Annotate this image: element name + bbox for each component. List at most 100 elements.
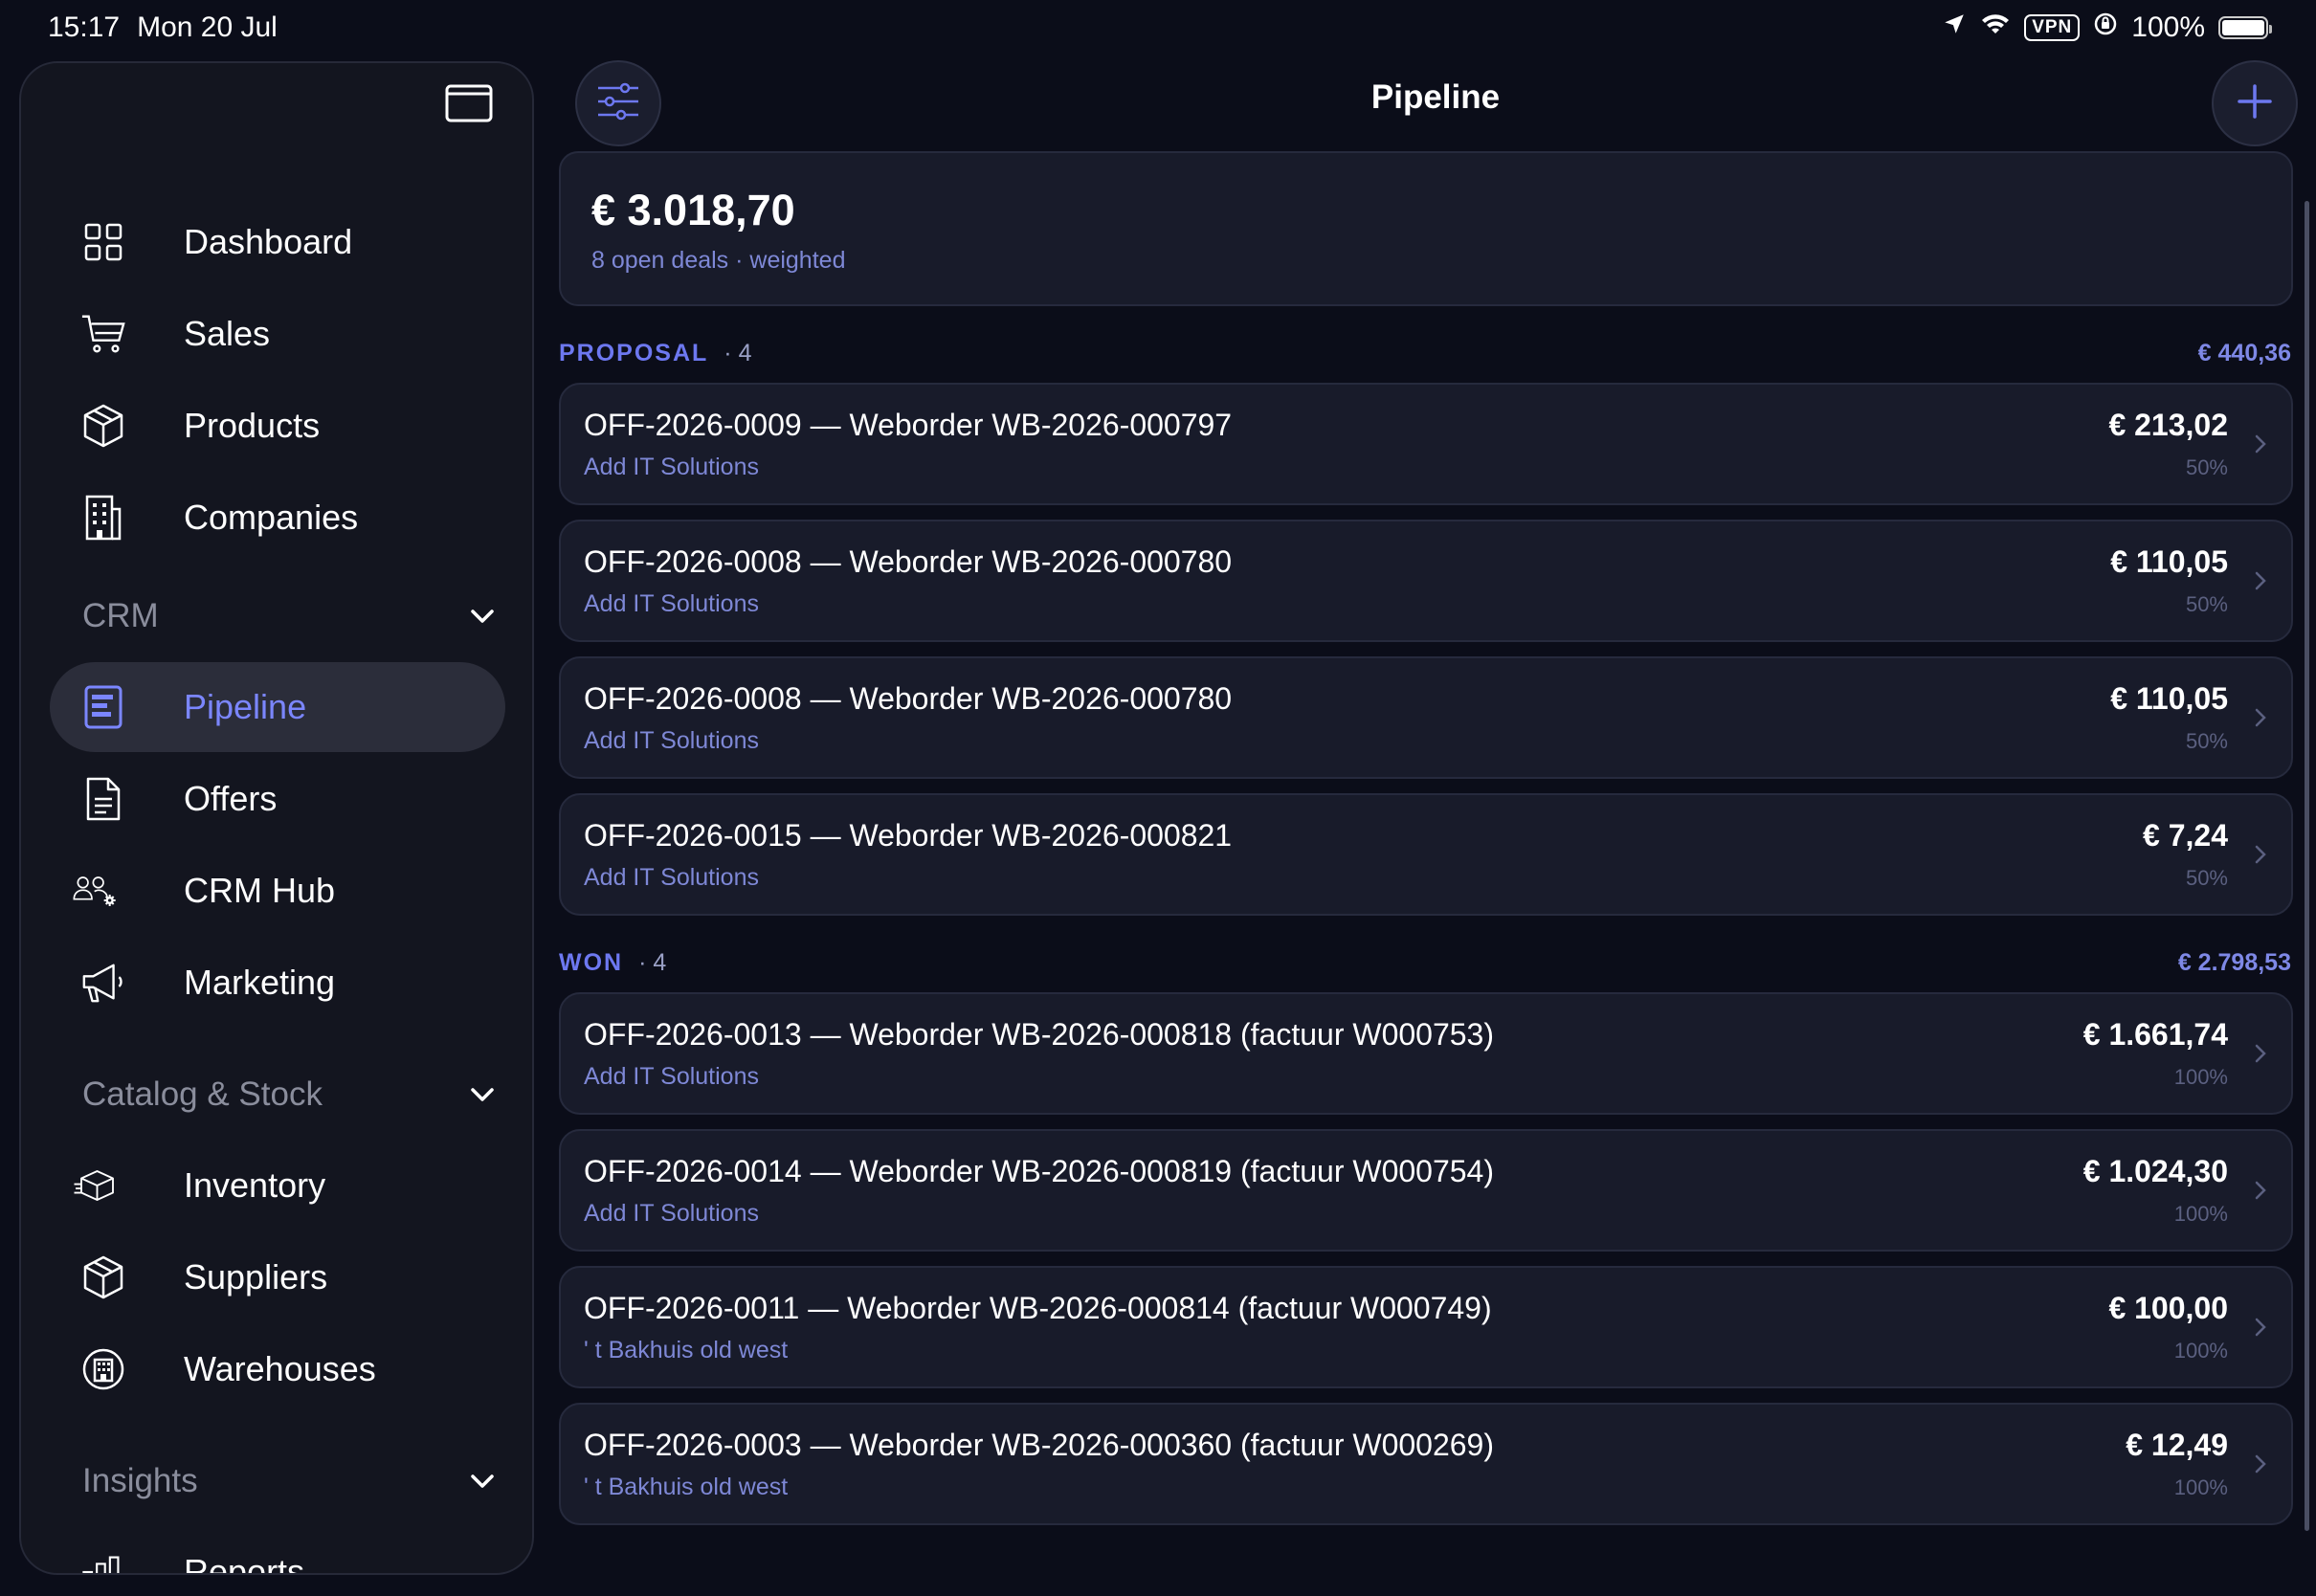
deal-title: OFF-2026-0008 — Weborder WB-2026-000780 bbox=[584, 681, 1233, 716]
group-count: · 4 bbox=[724, 340, 752, 366]
sidebar-item-products[interactable]: Products bbox=[50, 381, 505, 471]
sidebar-item-sales[interactable]: Sales bbox=[50, 289, 505, 379]
deal-company: Add IT Solutions bbox=[584, 454, 759, 480]
sidebar-item-companies[interactable]: Companies bbox=[50, 473, 505, 563]
section-header-crm[interactable]: CRM bbox=[82, 587, 503, 645]
deal-probability: 100% bbox=[2173, 1475, 2228, 1499]
sidebar-item-label: Dashboard bbox=[184, 222, 353, 261]
deal-row[interactable]: OFF-2026-0013 — Weborder WB-2026-000818 … bbox=[559, 992, 2293, 1115]
chevron-down-icon bbox=[461, 1460, 503, 1502]
sidebar-item-label: Pipeline bbox=[184, 687, 307, 726]
sidebar-item-label: Marketing bbox=[184, 963, 336, 1002]
sidebar-item-offers[interactable]: Offers bbox=[50, 754, 505, 844]
deal-company: ' t Bakhuis old west bbox=[584, 1337, 789, 1363]
grid-icon bbox=[80, 219, 126, 265]
chevron-right-icon bbox=[2247, 1314, 2274, 1341]
sidebar: Dashboard Sales Products Companies CRM P… bbox=[19, 61, 534, 1575]
sidebar-item-marketing[interactable]: Marketing bbox=[50, 938, 505, 1028]
section-label: Insights bbox=[82, 1462, 198, 1499]
summary-amount: € 3.018,70 bbox=[591, 186, 795, 234]
deal-company: Add IT Solutions bbox=[584, 864, 759, 891]
document-icon bbox=[80, 776, 126, 822]
chevron-right-icon bbox=[2247, 1040, 2274, 1067]
deal-row[interactable]: OFF-2026-0015 — Weborder WB-2026-000821 … bbox=[559, 793, 2293, 916]
sidebar-item-label: Sales bbox=[184, 314, 271, 353]
deal-probability: 50% bbox=[2185, 866, 2228, 890]
sidebar-item-label: Reports bbox=[184, 1552, 305, 1575]
summary-subtitle: 8 open deals · weighted bbox=[591, 247, 846, 274]
deal-amount: € 100,00 bbox=[2108, 1291, 2228, 1325]
deal-row[interactable]: OFF-2026-0003 — Weborder WB-2026-000360 … bbox=[559, 1403, 2293, 1525]
deal-title: OFF-2026-0011 — Weborder WB-2026-000814 … bbox=[584, 1291, 1492, 1325]
deal-amount: € 7,24 bbox=[2143, 818, 2228, 853]
sidebar-item-suppliers[interactable]: Suppliers bbox=[50, 1232, 505, 1322]
sidebar-item-label: Products bbox=[184, 406, 321, 445]
deal-title: OFF-2026-0014 — Weborder WB-2026-000819 … bbox=[584, 1154, 1494, 1188]
sliders-icon bbox=[596, 82, 640, 125]
sidebar-item-crm-hub[interactable]: CRM Hub bbox=[50, 846, 505, 936]
location-icon bbox=[1942, 11, 1967, 44]
vpn-badge: VPN bbox=[2024, 14, 2081, 41]
sidebar-item-pipeline[interactable]: Pipeline bbox=[50, 662, 505, 752]
status-bar: 15:17 Mon 20 Jul VPN 100% bbox=[0, 0, 2316, 59]
status-time: 15:17 bbox=[48, 11, 121, 43]
sidebar-item-label: Warehouses bbox=[184, 1349, 376, 1388]
sidebar-item-inventory[interactable]: Inventory bbox=[50, 1141, 505, 1230]
chevron-right-icon bbox=[2247, 431, 2274, 457]
deal-title: OFF-2026-0009 — Weborder WB-2026-000797 bbox=[584, 408, 1233, 442]
status-date: Mon 20 Jul bbox=[137, 11, 278, 43]
deal-company: Add IT Solutions bbox=[584, 1063, 759, 1090]
sidebar-item-label: Companies bbox=[184, 498, 359, 537]
deal-probability: 50% bbox=[2185, 729, 2228, 753]
deal-probability: 100% bbox=[2173, 1339, 2228, 1363]
deal-row[interactable]: OFF-2026-0008 — Weborder WB-2026-000780 … bbox=[559, 520, 2293, 642]
deal-amount: € 110,05 bbox=[2110, 681, 2228, 716]
add-deal-button[interactable] bbox=[2212, 60, 2298, 146]
chevron-down-icon bbox=[461, 595, 503, 637]
deal-company: Add IT Solutions bbox=[584, 1200, 759, 1227]
group-name: WON bbox=[559, 949, 624, 976]
box-icon bbox=[80, 1254, 126, 1300]
chevron-right-icon bbox=[2247, 704, 2274, 731]
deal-amount: € 1.661,74 bbox=[2082, 1017, 2228, 1052]
battery-icon bbox=[2218, 16, 2272, 39]
section-header-catalog-stock[interactable]: Catalog & Stock bbox=[82, 1066, 503, 1123]
deal-probability: 100% bbox=[2173, 1065, 2228, 1089]
group-name: PROPOSAL bbox=[559, 340, 709, 366]
bar-chart-icon bbox=[80, 1549, 126, 1573]
deal-company: Add IT Solutions bbox=[584, 727, 759, 754]
section-label: CRM bbox=[82, 597, 159, 634]
section-header-insights[interactable]: Insights bbox=[82, 1452, 503, 1510]
deal-probability: 50% bbox=[2185, 592, 2228, 616]
deal-title: OFF-2026-0008 — Weborder WB-2026-000780 bbox=[584, 544, 1233, 579]
sidebar-item-dashboard[interactable]: Dashboard bbox=[50, 197, 505, 287]
deal-row[interactable]: OFF-2026-0008 — Weborder WB-2026-000780 … bbox=[559, 656, 2293, 779]
megaphone-icon bbox=[80, 960, 126, 1006]
filter-button[interactable] bbox=[575, 60, 661, 146]
deal-title: OFF-2026-0003 — Weborder WB-2026-000360 … bbox=[584, 1428, 1494, 1462]
box-arrows-icon bbox=[73, 1163, 119, 1208]
group-total-proposal: € 440,36 bbox=[2197, 340, 2291, 366]
section-label: Catalog & Stock bbox=[82, 1075, 323, 1113]
page-title: Pipeline bbox=[1370, 78, 1501, 116]
deal-company: Add IT Solutions bbox=[584, 590, 759, 617]
deal-probability: 50% bbox=[2185, 455, 2228, 479]
orientation-lock-icon bbox=[2093, 11, 2118, 44]
deal-title: OFF-2026-0015 — Weborder WB-2026-000821 bbox=[584, 818, 1233, 853]
group-total-won: € 2.798,53 bbox=[2177, 949, 2291, 976]
deal-row[interactable]: OFF-2026-0009 — Weborder WB-2026-000797 … bbox=[559, 383, 2293, 505]
sidebar-item-warehouses[interactable]: Warehouses bbox=[50, 1324, 505, 1414]
scrollbar[interactable] bbox=[2305, 201, 2309, 1531]
group-label-won: WON · 4 bbox=[559, 949, 666, 977]
deal-row[interactable]: OFF-2026-0011 — Weborder WB-2026-000814 … bbox=[559, 1266, 2293, 1388]
sidebar-item-label: CRM Hub bbox=[184, 871, 336, 910]
warehouse-icon bbox=[80, 1346, 126, 1392]
sidebar-item-label: Offers bbox=[184, 779, 278, 818]
sidebar-toggle-icon[interactable] bbox=[445, 84, 493, 122]
pipeline-icon bbox=[80, 684, 126, 730]
sidebar-item-reports[interactable]: Reports bbox=[50, 1527, 505, 1575]
deal-company: ' t Bakhuis old west bbox=[584, 1474, 789, 1500]
deal-amount: € 213,02 bbox=[2108, 408, 2228, 442]
deal-row[interactable]: OFF-2026-0014 — Weborder WB-2026-000819 … bbox=[559, 1129, 2293, 1252]
chevron-right-icon bbox=[2247, 841, 2274, 868]
